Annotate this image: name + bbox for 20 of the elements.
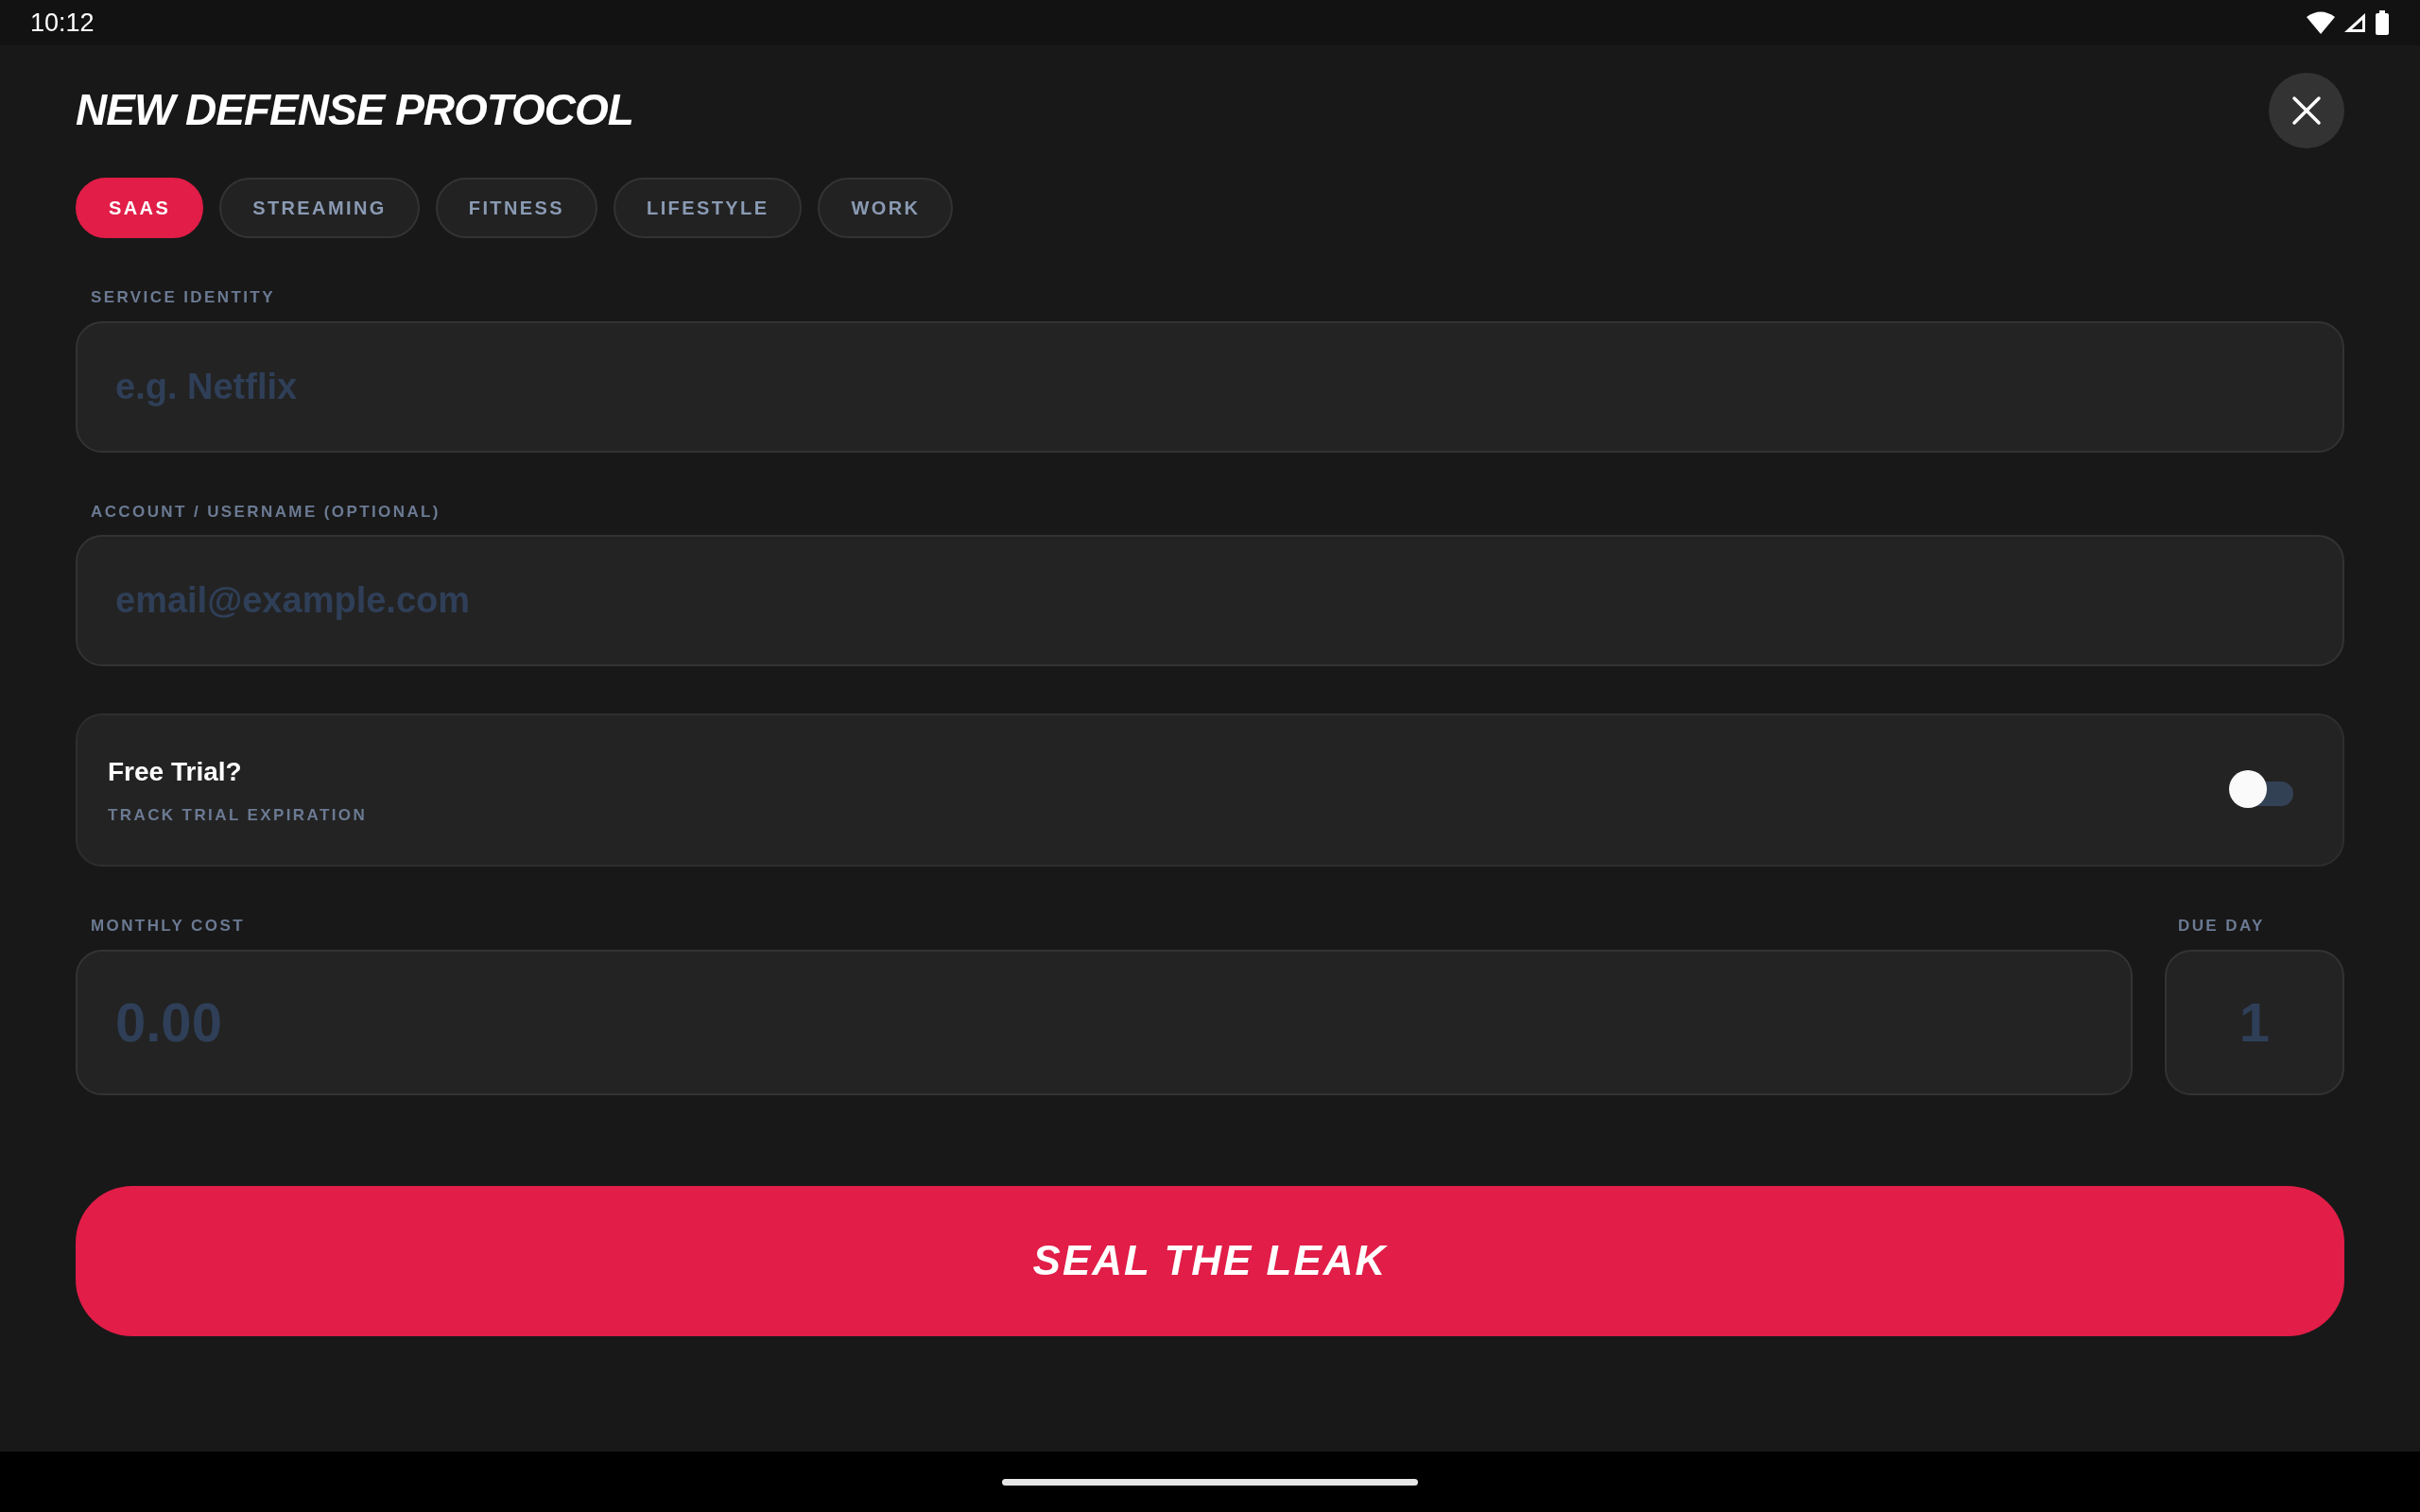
field-label: SERVICE IDENTITY <box>90 287 276 308</box>
field-label: MONTHLY COST <box>90 916 246 936</box>
field-label: DUE DAY <box>2177 916 2266 936</box>
free-trial-title: Free Trial? <box>108 756 243 789</box>
category-chip[interactable]: FITNESS <box>435 178 598 238</box>
category-chip[interactable]: WORK <box>818 178 954 238</box>
category-chip[interactable]: SAAS <box>76 178 204 238</box>
home-indicator[interactable] <box>1002 1478 1418 1486</box>
category-chip[interactable]: LIFESTYLE <box>614 178 803 238</box>
category-chip[interactable]: STREAMING <box>219 178 420 238</box>
free-trial-subtitle: TRACK TRIAL EXPIRATION <box>108 805 368 827</box>
signal-icon <box>2342 11 2367 34</box>
seal-button[interactable]: SEAL THE LEAK <box>76 1185 2344 1336</box>
dialog-title: NEW DEFENSE PROTOCOL <box>76 84 633 137</box>
status-time: 10:12 <box>30 7 95 39</box>
close-icon <box>2291 95 2322 126</box>
wifi-icon <box>2307 11 2335 34</box>
free-trial-toggle[interactable] <box>2229 770 2293 810</box>
field-label: ACCOUNT / USERNAME (OPTIONAL) <box>90 501 441 523</box>
battery-icon <box>2375 10 2390 35</box>
